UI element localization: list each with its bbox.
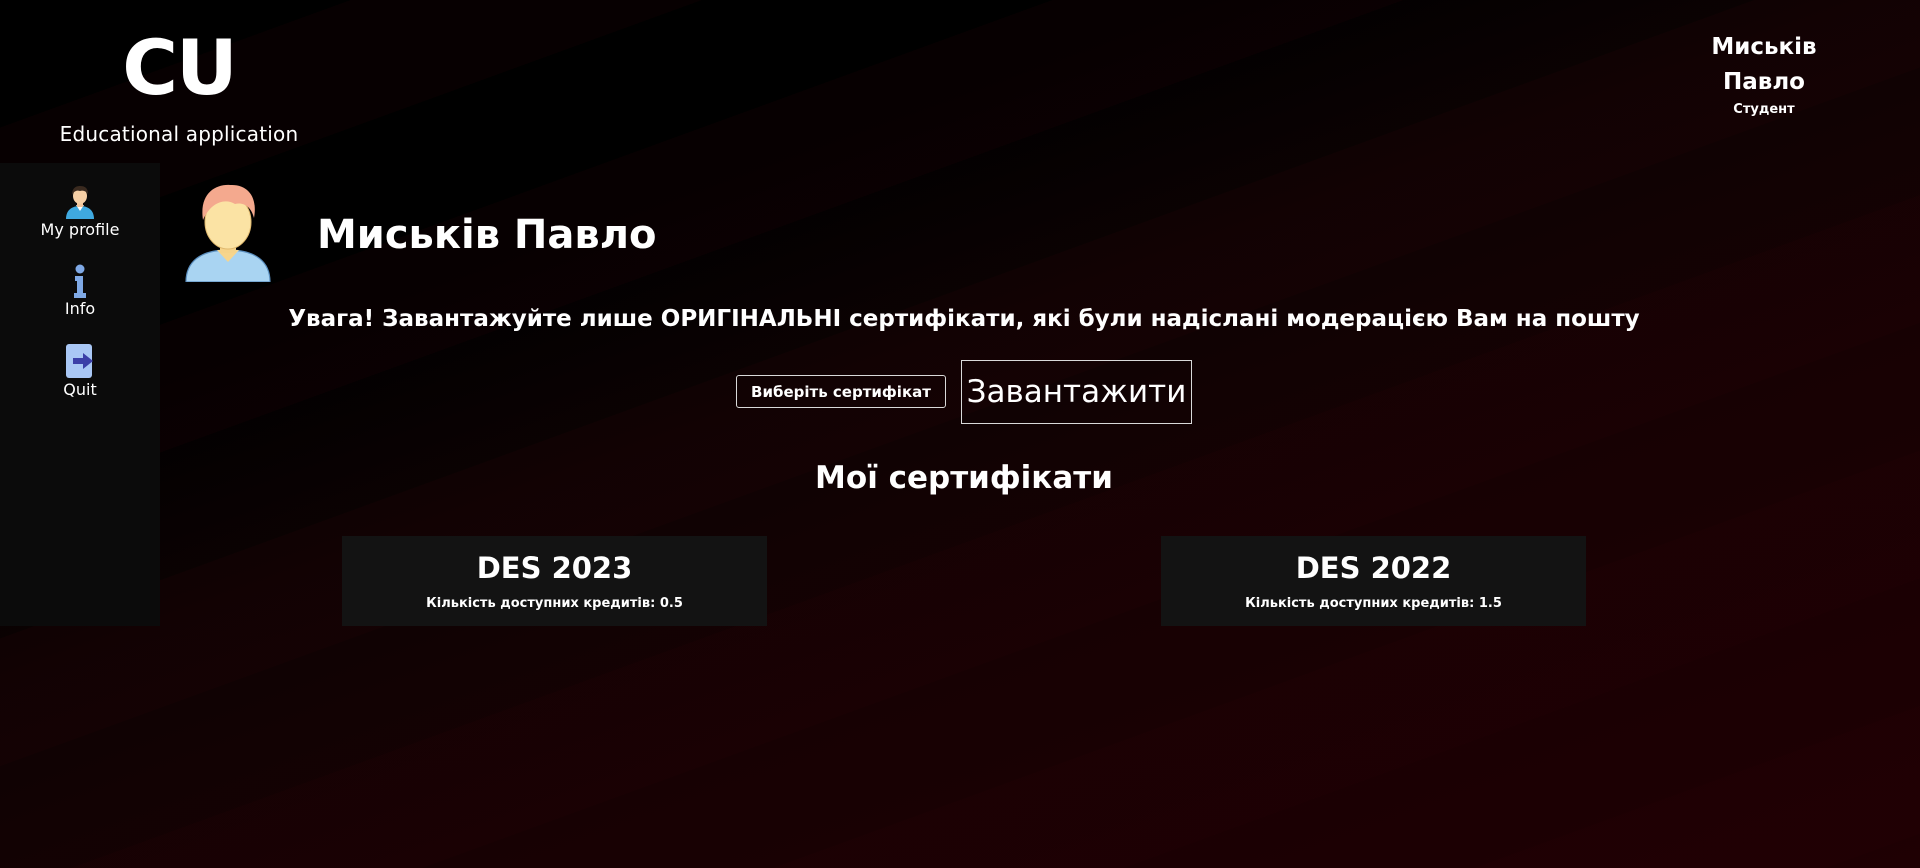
user-role: Студент	[1733, 102, 1795, 117]
sidebar-item-label: Info	[64, 299, 96, 318]
certificates-title: Мої сертифікати	[815, 460, 1113, 496]
upload-button[interactable]: Завантажити	[961, 360, 1192, 424]
logo-title: CU	[122, 23, 238, 112]
sidebar: My profile Info Quit	[0, 163, 160, 626]
app-logo[interactable]: CU Educational application	[0, 23, 358, 147]
upload-warning: Увага! Завантажуйте лише ОРИГІНАЛЬНІ сер…	[288, 306, 1640, 332]
user-avatar-icon	[185, 184, 271, 282]
info-icon	[74, 264, 86, 298]
sidebar-item-info[interactable]: Info	[0, 264, 160, 318]
certificate-name: DES 2023	[476, 551, 633, 585]
sidebar-item-quit[interactable]: Quit	[0, 343, 160, 399]
certificate-name: DES 2022	[1295, 551, 1452, 585]
certificate-credits: Кількість доступних кредитів: 1.5	[1245, 596, 1502, 611]
page-title: Миськів Павло	[317, 212, 657, 258]
logo-subtitle: Educational application	[59, 122, 299, 146]
user-profile-icon	[66, 186, 94, 219]
sidebar-item-label: My profile	[40, 220, 120, 239]
user-info: Миськів Павло Студент	[1660, 30, 1868, 117]
exit-icon	[66, 344, 93, 378]
certificate-credits: Кількість доступних кредитів: 0.5	[426, 596, 683, 611]
choose-certificate-button[interactable]: Виберіть сертифікат	[736, 375, 946, 408]
sidebar-item-label: Quit	[63, 380, 97, 399]
user-firstname: Павло	[1723, 69, 1805, 95]
certificate-card[interactable]: DES 2023 Кількість доступних кредитів: 0…	[342, 536, 767, 626]
certificate-card[interactable]: DES 2022 Кількість доступних кредитів: 1…	[1161, 536, 1586, 626]
user-surname: Миськів	[1711, 34, 1817, 60]
sidebar-item-my-profile[interactable]: My profile	[0, 185, 160, 239]
